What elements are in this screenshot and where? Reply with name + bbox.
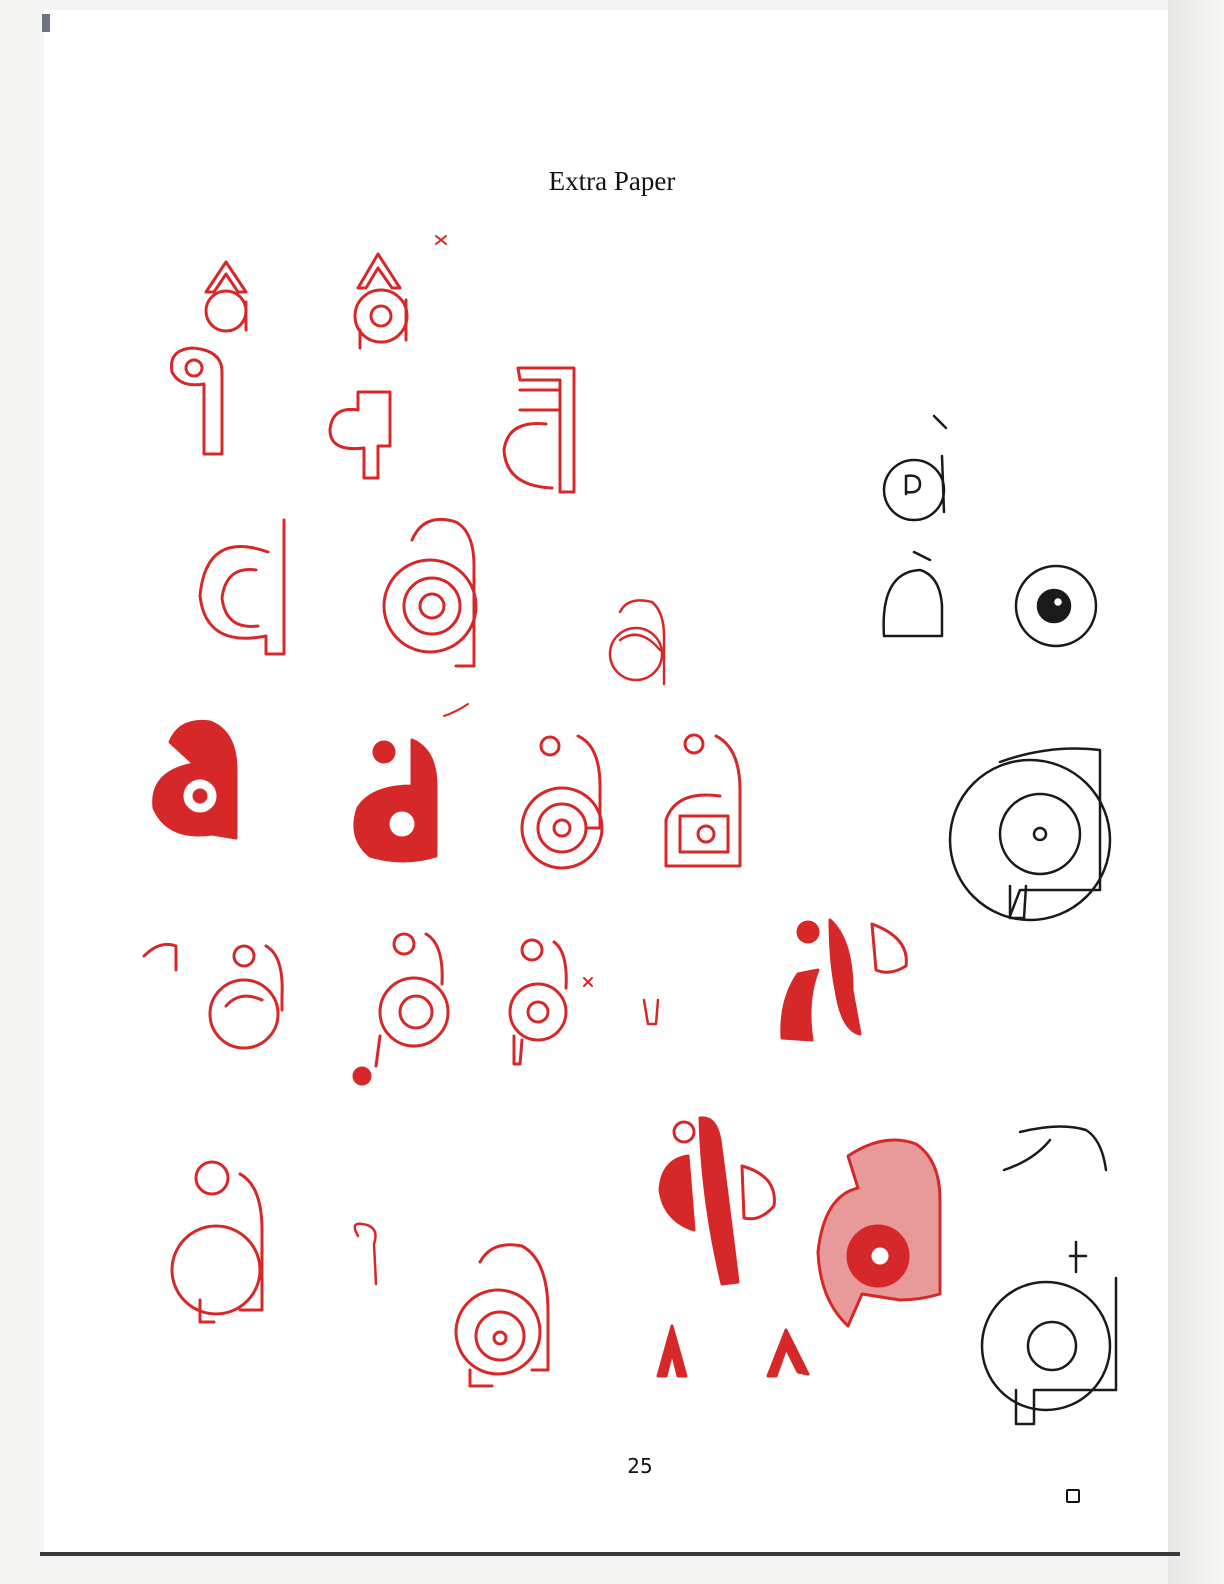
sketch-a-small-2 [352,932,450,1086]
sketch-arc-dark [1002,1125,1108,1172]
sketch-q-1 [169,346,224,456]
sketch-stroke-u [642,998,660,1026]
sketch-hat-a-1 [204,260,248,333]
sketch-a-outline-1 [198,518,286,656]
sketch-a-rings-1 [520,734,604,870]
sketch-hat-a-2 [353,252,409,350]
sketch-p-large-1 [948,747,1112,922]
sketch-q-3 [502,366,576,494]
sketch-a-outline-2 [382,517,478,668]
sketch-arc-1 [142,942,178,972]
sketch-i-p [780,918,908,1042]
sketch-q-2 [328,390,392,480]
sketch-p-hatched [816,1138,942,1328]
sketch-a-small-3 [508,938,568,1066]
page-number: 25 [627,1454,653,1478]
sketch-q-tiny [353,1222,378,1286]
sketch-p-dark [1014,564,1098,648]
sketch-a-small-1 [208,944,284,1050]
sketch-a-arc [882,550,944,638]
sketch-a-filled-2 [353,738,438,863]
scan-bottom-edge [40,1552,1180,1556]
sketch-a-red-stroke [658,1116,776,1286]
sketch-a-rings-2 [664,733,742,868]
logo-sketches [142,235,1118,1426]
sketch-p-large-2 [980,1240,1118,1426]
sketch-A-letters [656,1324,810,1378]
sketch-p-circle [882,414,948,522]
sketch-a-large [454,1243,550,1388]
checkbox-icon[interactable] [1066,1489,1080,1503]
sketch-a-small-4 [170,1160,264,1324]
sketch-a-outline-3 [608,599,666,686]
